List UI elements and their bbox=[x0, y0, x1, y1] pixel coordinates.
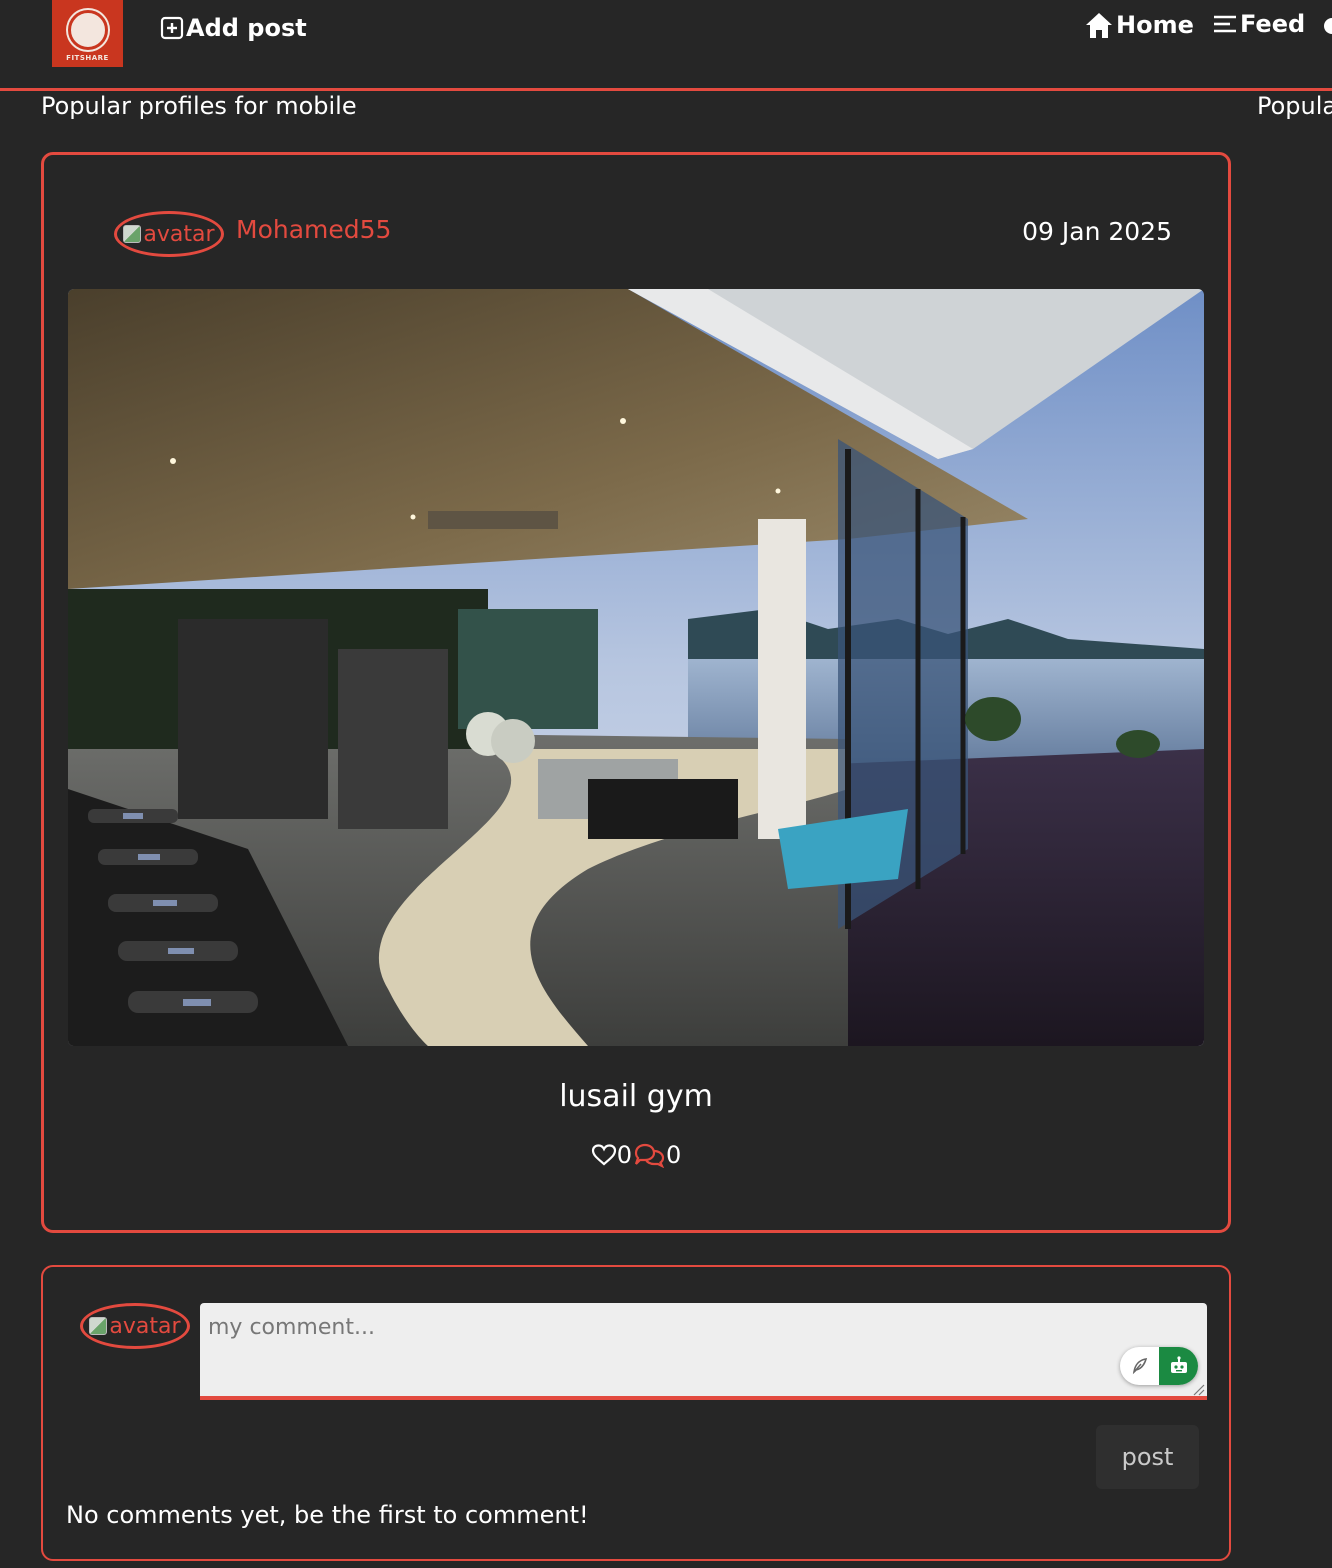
home-icon bbox=[1084, 10, 1114, 40]
feather-icon[interactable] bbox=[1120, 1347, 1159, 1385]
avatar-alt-text: avatar bbox=[143, 221, 215, 247]
fitshare-logo[interactable]: FITSHARE bbox=[52, 0, 123, 67]
comments-icon[interactable] bbox=[632, 1142, 666, 1168]
feed-link[interactable]: Feed bbox=[1212, 10, 1305, 38]
logo-mark-icon bbox=[67, 10, 108, 50]
post-author-username[interactable]: Mohamed55 bbox=[236, 215, 391, 244]
empty-comments-message: No comments yet, be the first to comment… bbox=[66, 1501, 589, 1529]
broken-image-icon bbox=[89, 1317, 108, 1335]
partial-nav-icon[interactable] bbox=[1322, 16, 1332, 36]
post-title: lusail gym bbox=[559, 1079, 713, 1114]
add-post-link[interactable]: Add post bbox=[160, 14, 307, 42]
popular-heading-partial: Popular bbox=[1257, 92, 1332, 120]
add-post-label: Add post bbox=[186, 14, 307, 42]
comment-card: avatar post No comments yet, bbox=[41, 1265, 1231, 1561]
post-card: avatar Mohamed55 09 Jan 2025 lusail gym … bbox=[41, 152, 1231, 1233]
post-comment-button[interactable]: post bbox=[1096, 1425, 1199, 1489]
comments-count: 0 bbox=[666, 1141, 682, 1169]
comment-input[interactable] bbox=[200, 1303, 1207, 1400]
robot-icon[interactable] bbox=[1159, 1347, 1198, 1385]
home-label: Home bbox=[1116, 11, 1194, 39]
post-image-gym[interactable] bbox=[68, 289, 1204, 1046]
extension-pill bbox=[1120, 1347, 1198, 1385]
resize-grip-icon[interactable] bbox=[1191, 1381, 1205, 1396]
likes-count: 0 bbox=[616, 1141, 632, 1169]
post-date: 09 Jan 2025 bbox=[1022, 217, 1172, 246]
avatar-alt-text: avatar bbox=[109, 1313, 181, 1339]
current-user-avatar[interactable]: avatar bbox=[80, 1303, 190, 1349]
logo-text: FITSHARE bbox=[66, 54, 109, 62]
broken-image-icon bbox=[123, 225, 142, 243]
feed-label: Feed bbox=[1240, 10, 1306, 38]
navbar: FITSHARE Add post Home Feed bbox=[0, 0, 1332, 91]
popular-profiles-heading: Popular profiles for mobile bbox=[41, 92, 357, 120]
heart-icon[interactable] bbox=[591, 1143, 617, 1167]
post-stats: 0 0 bbox=[44, 1141, 1228, 1169]
home-link[interactable]: Home bbox=[1084, 10, 1194, 40]
menu-icon bbox=[1212, 11, 1238, 37]
plus-square-icon bbox=[160, 16, 184, 40]
post-author-avatar[interactable]: avatar bbox=[114, 211, 224, 257]
